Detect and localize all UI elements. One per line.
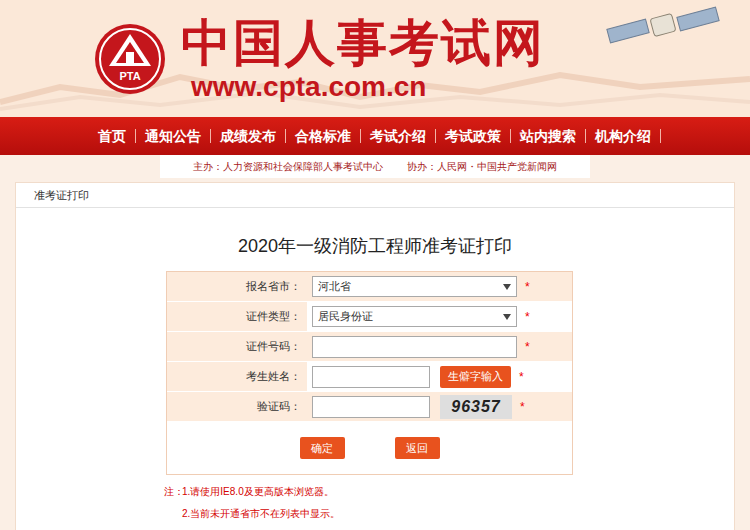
captcha-image[interactable]: 96357 [440, 395, 512, 419]
nav-separator [285, 129, 286, 143]
nav-separator [210, 129, 211, 143]
nav-item[interactable]: 成绩发布 [211, 126, 285, 147]
field-label: 验证码： [167, 392, 307, 421]
co-host-text: 协办：人民网・中国共产党新闻网 [407, 159, 557, 174]
host-text: 主办：人力资源和社会保障部人事考试中心 [193, 159, 383, 174]
button-row: 确定 返回 [167, 422, 572, 474]
nav-separator [660, 129, 661, 143]
form-button[interactable]: 返回 [395, 437, 440, 459]
nav-item[interactable]: 机构介绍 [586, 126, 660, 147]
field-label: 考生姓名： [167, 362, 307, 391]
field-label: 报名省市： [167, 272, 307, 301]
nav-item[interactable]: 合格标准 [286, 126, 360, 147]
select-field[interactable]: 河北省 [312, 276, 517, 297]
form-row: 验证码： 96357 * [167, 392, 572, 422]
text-input[interactable] [312, 396, 430, 418]
form-row: 考生姓名： 生僻字输入 * [167, 362, 572, 392]
site-url: www.cpta.com.cn [191, 71, 426, 103]
form-row: 报名省市：河北省 * [167, 272, 572, 302]
satellite-icon [600, 4, 730, 64]
dropdown-arrow-icon [503, 284, 511, 290]
header-banner: PTA 中国人事考试网www.cpta.com.cn [0, 0, 750, 117]
site-name: 中国人事考试网 [181, 15, 545, 71]
nav-item[interactable]: 考试政策 [436, 126, 510, 147]
notes: 注：1.请使用IE8.0及更高版本浏览器。2.当前未开通省市不在列表中显示。 [164, 481, 734, 525]
required-mark: * [525, 278, 530, 296]
required-mark: * [525, 308, 530, 326]
select-field[interactable]: 居民身份证 [312, 306, 517, 327]
page: PTA中国人事考试网www.cpta.com.cn首页通知公告成绩发布合格标准考… [0, 0, 750, 530]
form-button[interactable]: 确定 [300, 437, 345, 459]
form-row: 证件号码： * [167, 332, 572, 362]
page-title: 2020年一级消防工程师准考证打印 [16, 235, 734, 257]
required-mark: * [525, 338, 530, 356]
nav-item[interactable]: 首页 [89, 126, 135, 147]
nav-separator [510, 129, 511, 143]
nav-separator [360, 129, 361, 143]
pta-logo-icon: PTA [93, 22, 167, 96]
field-label: 证件号码： [167, 332, 307, 361]
breadcrumb: 准考证打印 [16, 183, 734, 208]
nav-item[interactable]: 通知公告 [136, 126, 210, 147]
nav-item[interactable]: 考试介绍 [361, 126, 435, 147]
form-table: 报名省市：河北省*证件类型：居民身份证*证件号码：*考生姓名：生僻字输入*验证码… [166, 271, 573, 475]
required-mark: * [520, 398, 525, 416]
note-line: 注：1.请使用IE8.0及更高版本浏览器。 [164, 481, 734, 503]
required-mark: * [519, 368, 524, 386]
nav-separator [435, 129, 436, 143]
nav-separator [135, 129, 136, 143]
dropdown-arrow-icon [503, 314, 511, 320]
content-panel: 准考证打印2020年一级消防工程师准考证打印报名省市：河北省*证件类型：居民身份… [15, 182, 735, 530]
nav-separator [585, 129, 586, 143]
field-label: 证件类型： [167, 302, 307, 331]
nav-bar: 首页通知公告成绩发布合格标准考试介绍考试政策站内搜索机构介绍 [0, 117, 750, 155]
rare-char-button[interactable]: 生僻字输入 [440, 366, 511, 388]
form-row: 证件类型：居民身份证 * [167, 302, 572, 332]
text-input[interactable] [312, 366, 430, 388]
text-input[interactable] [312, 336, 517, 358]
sponsor-strip: 主办：人力资源和社会保障部人事考试中心 协办：人民网・中国共产党新闻网 [0, 155, 750, 178]
note-line: 2.当前未开通省市不在列表中显示。 [164, 503, 734, 525]
svg-text:PTA: PTA [119, 70, 140, 82]
nav-item[interactable]: 站内搜索 [511, 126, 585, 147]
